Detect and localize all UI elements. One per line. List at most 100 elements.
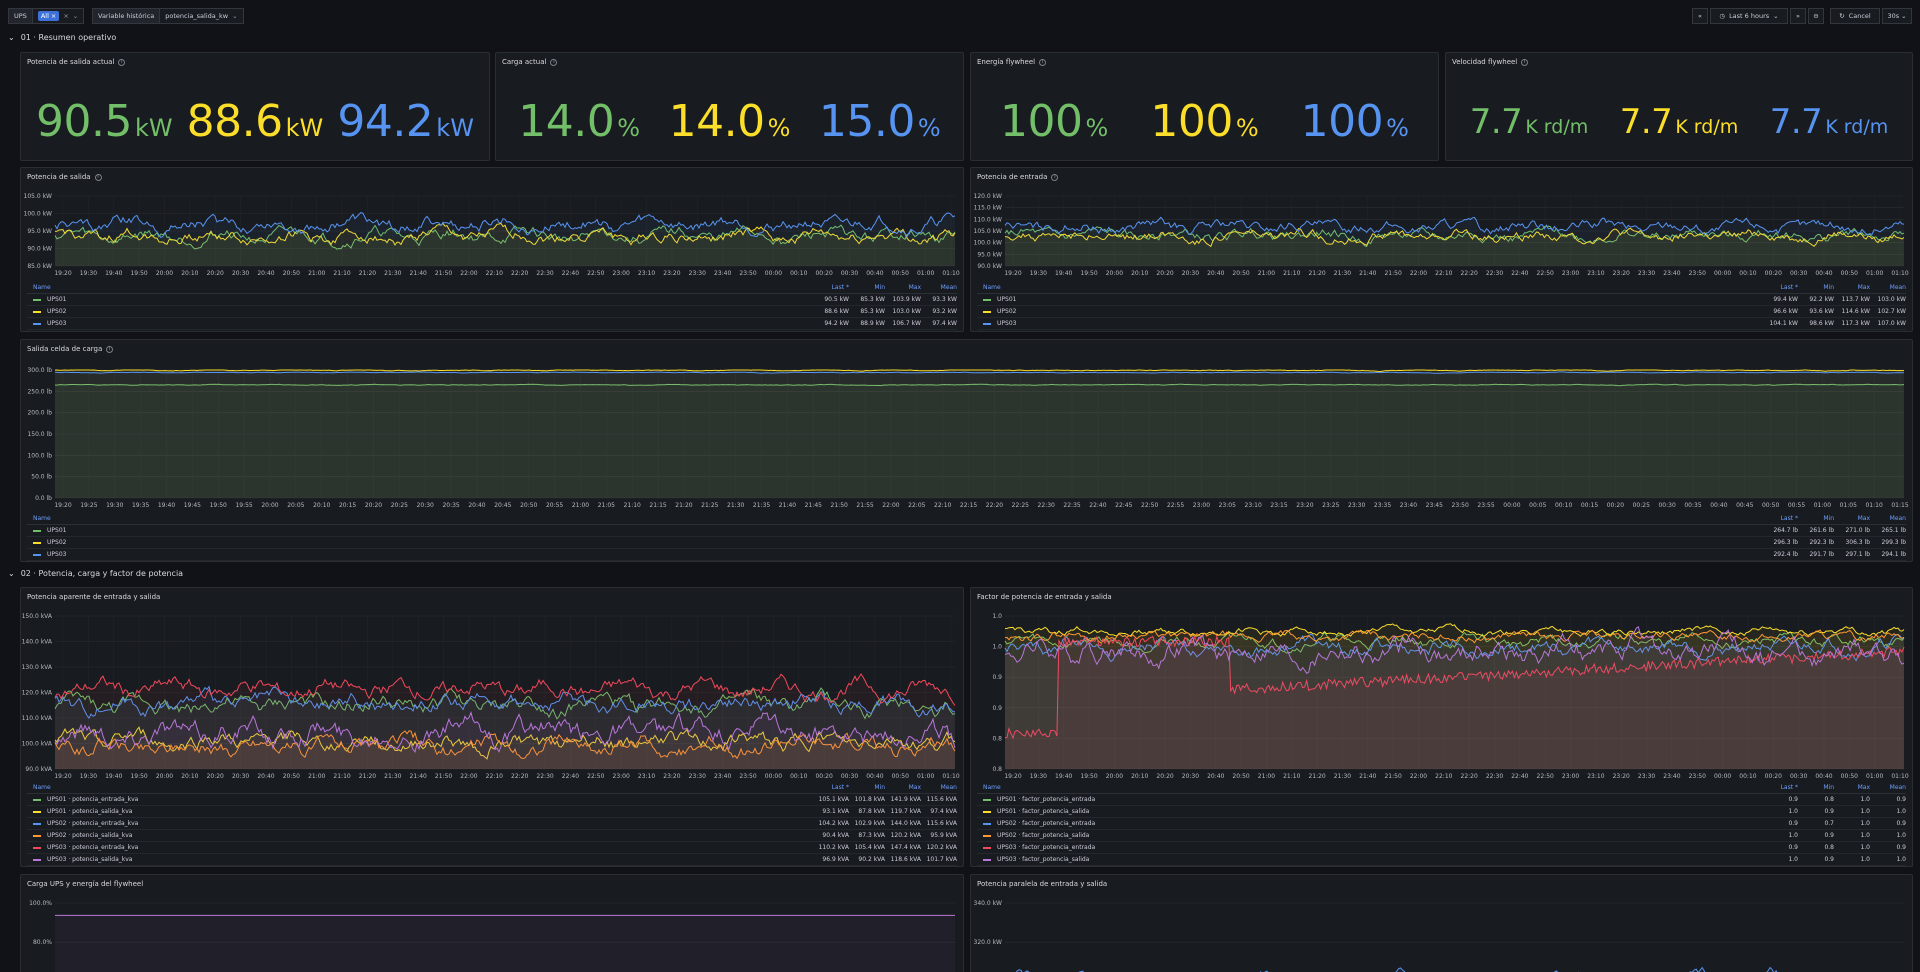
- legend-header-max[interactable]: Max: [885, 784, 921, 791]
- panel-salida-celda-carga[interactable]: Salida celda de carga i 300.0 lb 250.0 lb 2…: [20, 339, 1913, 562]
- legend-header-last[interactable]: Last *: [1762, 784, 1798, 791]
- legend-header-max[interactable]: Max: [1834, 515, 1870, 522]
- legend-row[interactable]: UPS02 88.6 kW 85.3 kW 103.0 kW 93.2 kW: [27, 306, 957, 318]
- legend-header-mean[interactable]: Mean: [1870, 515, 1906, 522]
- close-icon[interactable]: ×: [63, 12, 68, 20]
- legend-row[interactable]: UPS03 · potencia_entrada_kva 110.2 kVA 105…: [27, 842, 957, 854]
- timeseries-chart[interactable]: 1.01.00.90.90.80.819:20 19:30 19:40 19:50 20…: [971, 608, 1913, 783]
- panel-potencia-paralela[interactable]: Potencia paralela de entrada y salida 34…: [970, 874, 1913, 972]
- row-header-02[interactable]: ⌄ 02 · Potencia, carga y factor de poten…: [8, 569, 183, 578]
- legend-series[interactable]: UPS02: [27, 308, 813, 315]
- panel-energia-flywheel[interactable]: Energía flywheel i 100% 100% 100%: [970, 52, 1439, 161]
- legend-row[interactable]: UPS02 · factor_potencia_entrada 0.9 0.7 1.0…: [977, 818, 1906, 830]
- time-back-button[interactable]: «: [1692, 8, 1708, 24]
- legend-series[interactable]: UPS01 · potencia_salida_kva: [27, 808, 813, 815]
- legend-row[interactable]: UPS01 99.4 kW 92.2 kW 113.7 kW 103.0 kW: [977, 294, 1906, 306]
- legend-header-max[interactable]: Max: [1834, 784, 1870, 791]
- legend-row[interactable]: UPS03 292.4 lb 291.7 lb 297.1 lb 294.1 lb: [27, 549, 1906, 561]
- timeseries-chart[interactable]: 340.0 kW 320.0 kW: [971, 895, 1913, 972]
- zoom-out-button[interactable]: ⊖: [1808, 8, 1824, 24]
- legend-series[interactable]: UPS02: [977, 308, 1762, 315]
- info-icon[interactable]: i: [106, 345, 114, 353]
- legend-header-mean[interactable]: Mean: [921, 784, 957, 791]
- legend-header-mean[interactable]: Mean: [921, 284, 957, 291]
- legend-row[interactable]: UPS03 · potencia_salida_kva 96.9 kVA 90.2 …: [27, 854, 957, 866]
- panel-potencia-aparente[interactable]: Potencia aparente de entrada y salida 15…: [20, 587, 964, 867]
- cancel-button[interactable]: ↻ Cancel: [1830, 8, 1880, 24]
- legend-series[interactable]: UPS03: [27, 320, 813, 327]
- ups-chip[interactable]: All ×: [37, 11, 60, 21]
- legend-row[interactable]: UPS01 · potencia_salida_kva 93.1 kVA 87.8 …: [27, 806, 957, 818]
- legend-series[interactable]: UPS01: [977, 296, 1762, 303]
- legend-series[interactable]: UPS03 · potencia_entrada_kva: [27, 844, 813, 851]
- legend-header-min[interactable]: Min: [1798, 515, 1834, 522]
- legend-series[interactable]: UPS02 · factor_potencia_salida: [977, 832, 1762, 839]
- close-icon[interactable]: ×: [51, 12, 56, 20]
- legend-header-mean[interactable]: Mean: [1870, 784, 1906, 791]
- legend-series[interactable]: UPS03 · potencia_salida_kva: [27, 856, 813, 863]
- legend-header-last[interactable]: Last *: [813, 784, 849, 791]
- chevron-down-icon[interactable]: ⌄: [73, 12, 78, 20]
- legend-header-last[interactable]: Last *: [1762, 284, 1798, 291]
- panel-potencia-salida[interactable]: Potencia de salida i 105.0 kW 100.0 kW 95.0…: [20, 167, 964, 332]
- legend-row[interactable]: UPS01 90.5 kW 85.3 kW 103.9 kW 93.3 kW: [27, 294, 957, 306]
- legend-row[interactable]: UPS03 · factor_potencia_salida 1.0 0.9 1.0 1…: [977, 854, 1906, 866]
- row-header-01[interactable]: ⌄ 01 · Resumen operativo: [8, 33, 116, 42]
- legend-series[interactable]: UPS03: [27, 551, 1762, 558]
- chevron-down-icon[interactable]: ⌄: [232, 12, 237, 20]
- info-icon[interactable]: i: [94, 173, 102, 181]
- legend-header-mean[interactable]: Mean: [1870, 284, 1906, 291]
- info-icon[interactable]: i: [1521, 58, 1529, 66]
- legend-header-min[interactable]: Min: [1798, 784, 1834, 791]
- legend-series[interactable]: UPS01 · factor_potencia_entrada: [977, 796, 1762, 803]
- legend-header-max[interactable]: Max: [1834, 284, 1870, 291]
- legend-series[interactable]: UPS03: [977, 320, 1762, 327]
- refresh-interval-picker[interactable]: 30s ⌄: [1882, 8, 1912, 24]
- legend-row[interactable]: UPS01 · potencia_entrada_kva 105.1 kVA 101…: [27, 794, 957, 806]
- panel-factor-potencia[interactable]: Factor de potencia de entrada y salida 1…: [970, 587, 1913, 867]
- panel-carga-actual[interactable]: Carga actual i 14.0% 14.0% 15.0%: [495, 52, 964, 161]
- legend-row[interactable]: UPS03 · factor_potencia_entrada 0.9 0.8 1.0…: [977, 842, 1906, 854]
- legend-header-max[interactable]: Max: [885, 284, 921, 291]
- time-forward-button[interactable]: »: [1790, 8, 1806, 24]
- timeseries-chart[interactable]: 100.0% 80.0%: [21, 895, 964, 972]
- legend-series[interactable]: UPS03 · factor_potencia_entrada: [977, 844, 1762, 851]
- legend-header-min[interactable]: Min: [849, 784, 885, 791]
- legend-series[interactable]: UPS02: [27, 539, 1762, 546]
- legend-row[interactable]: UPS02 · potencia_salida_kva 90.4 kVA 87.3 …: [27, 830, 957, 842]
- legend-series[interactable]: UPS01: [27, 296, 813, 303]
- timeseries-chart[interactable]: 150.0 kVA 140.0 kVA 130.0 kVA 120.0 kVA 110.…: [21, 608, 964, 783]
- panel-potencia-entrada[interactable]: Potencia de entrada i 120.0 kW 115.0 kW 110…: [970, 167, 1913, 332]
- legend-series[interactable]: UPS01 · potencia_entrada_kva: [27, 796, 813, 803]
- legend-row[interactable]: UPS02 · potencia_entrada_kva 104.2 kVA 102…: [27, 818, 957, 830]
- historic-variable[interactable]: Variable histórica potencia_salida_kw ⌄: [92, 8, 244, 24]
- legend-row[interactable]: UPS01 · factor_potencia_entrada 0.9 0.8 1.0…: [977, 794, 1906, 806]
- timeseries-chart[interactable]: 105.0 kW100.0 kW95.0 kW90.0 kW85.0 kW19:…: [21, 188, 964, 280]
- info-icon[interactable]: i: [550, 58, 558, 66]
- panel-carga-flywheel[interactable]: Carga UPS y energía del flywheel 100.0% 8…: [20, 874, 964, 972]
- legend-header-last[interactable]: Last *: [813, 284, 849, 291]
- panel-velocidad-flywheel[interactable]: Velocidad flywheel i 7.7 K rd/m 7.7 K rd/m …: [1445, 52, 1913, 161]
- legend-row[interactable]: UPS02 296.3 lb 292.3 lb 306.3 lb 299.3 lb: [27, 537, 1906, 549]
- legend-row[interactable]: UPS03 104.1 kW 98.6 kW 117.3 kW 107.0 kW: [977, 318, 1906, 330]
- legend-series[interactable]: UPS01 · factor_potencia_salida: [977, 808, 1762, 815]
- legend-series[interactable]: UPS02 · potencia_entrada_kva: [27, 820, 813, 827]
- timeseries-chart[interactable]: 300.0 lb 250.0 lb 200.0 lb 150.0 lb 100.0 lb…: [21, 362, 1913, 512]
- legend-row[interactable]: UPS02 96.6 kW 93.6 kW 114.6 kW 102.7 kW: [977, 306, 1906, 318]
- legend-row[interactable]: UPS01 · factor_potencia_salida 1.0 0.9 1.0 1…: [977, 806, 1906, 818]
- legend-header-last[interactable]: Last *: [1762, 515, 1798, 522]
- time-range-picker[interactable]: ◷ Last 6 hours ⌄: [1710, 8, 1788, 24]
- legend-series[interactable]: UPS03 · factor_potencia_salida: [977, 856, 1762, 863]
- legend-row[interactable]: UPS01 264.7 lb 261.6 lb 271.0 lb 265.1 lb: [27, 525, 1906, 537]
- legend-series[interactable]: UPS01: [27, 527, 1762, 534]
- info-icon[interactable]: i: [1039, 58, 1047, 66]
- legend-header-min[interactable]: Min: [849, 284, 885, 291]
- legend-row[interactable]: UPS03 94.2 kW 88.9 kW 106.7 kW 97.4 kW: [27, 318, 957, 330]
- panel-potencia-salida-actual[interactable]: Potencia de salida actual i 90.5 kW 88.6 kW…: [20, 52, 490, 161]
- info-icon[interactable]: i: [118, 58, 126, 66]
- info-icon[interactable]: i: [1051, 173, 1059, 181]
- legend-series[interactable]: UPS02 · potencia_salida_kva: [27, 832, 813, 839]
- timeseries-chart[interactable]: 120.0 kW 115.0 kW 110.0 kW 105.0 kW 100.0 kW…: [971, 188, 1913, 280]
- ups-variable[interactable]: UPS All × × ⌄: [8, 8, 85, 24]
- legend-header-min[interactable]: Min: [1798, 284, 1834, 291]
